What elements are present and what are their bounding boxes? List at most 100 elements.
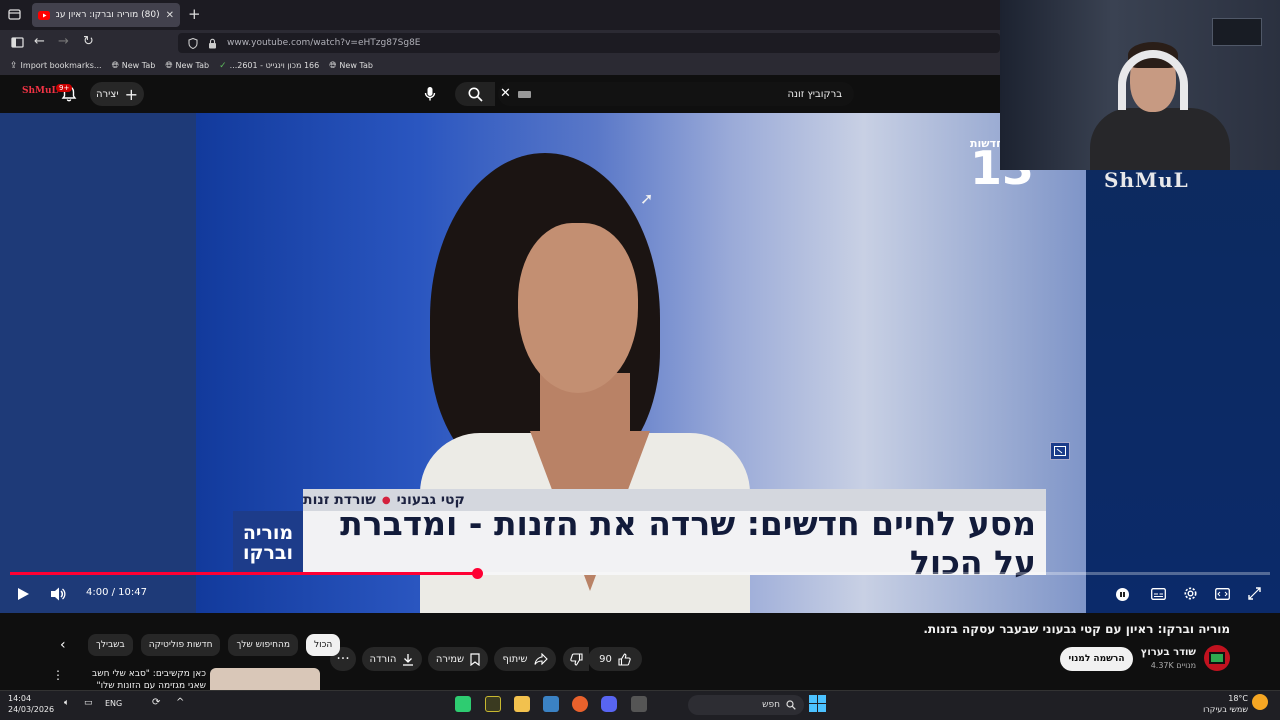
bookmarks-bar: ⇪ Import bookmarks... 🌐︎ New Tab 🌐︎ New Tab… [0,56,1000,75]
tab-list-icon[interactable] [8,8,21,21]
streamer-name: ShMuL [1104,168,1189,192]
fullscreen-icon[interactable] [1248,587,1261,600]
thumbs-up-icon [618,652,631,666]
globe-icon: 🌐︎ [165,60,173,71]
share-icon [533,653,548,665]
youtube-favicon-icon [38,10,50,20]
tab-title: (80) מוריה וברקו: ראיון עם קטי [56,10,160,20]
recommendation-chips: בשבילך חדשות פוליטיקה מהחיפוש שלך הכול [88,634,341,656]
url-text: www.youtube.com/watch?v=eHTzg87Sg8E [227,38,421,48]
active-tab[interactable]: (80) מוריה וברקו: ראיון עם קטי ✕ [32,3,180,27]
webcam-monitor [1212,18,1262,46]
browser-tab-bar: (80) מוריה וברקו: ראיון עם קטי ✕ + [0,0,1000,30]
taskbar-clock[interactable]: 14:04 24/03/2026 [8,693,54,715]
back-icon[interactable]: ← [34,34,45,49]
windows-start-icon[interactable] [809,695,826,712]
time-display: 4:00 / 10:47 [86,587,148,598]
clear-search-icon[interactable]: ✕ [500,86,511,101]
autoplay-toggle-icon[interactable] [1116,588,1129,601]
video-title: מוריה וברקו: ראיון עם קטי גבעוני שבעבר ע… [923,622,1230,636]
video-player[interactable]: חדשות 13 קטי גבעוני ● שורדת זנות מסע לחי… [0,113,1280,613]
theater-mode-icon[interactable] [1215,588,1230,600]
progress-scrubber[interactable] [472,568,483,579]
streamer-body [1090,108,1230,170]
chip-for-you[interactable]: בשבילך [88,634,133,656]
bookmark-item[interactable]: 🌐︎ New Tab [329,61,373,71]
video-subject-face [518,223,638,393]
pip-overlay-icon[interactable] [1050,442,1070,460]
wingate-icon: ✓ [219,60,227,71]
taskbar-app-icon[interactable] [631,696,647,712]
chips-scroll-left-icon[interactable]: ‹ [60,637,66,653]
subscribe-button[interactable]: הרשמה למנוי [1060,647,1133,671]
lower-third-headline: מסע לחיים חדשים: שרדה את הזנות - ומדברת … [303,504,1046,582]
like-button[interactable]: 90 [588,647,642,671]
language-indicator[interactable]: ENG [105,699,122,708]
create-button[interactable]: יצירה + [90,82,144,106]
chip-all[interactable]: הכול [306,634,341,656]
taskbar-app-icon[interactable] [485,696,501,712]
webcam-overlay [1000,0,1280,170]
save-button[interactable]: שמירה [428,647,488,671]
search-query-text: ברקוביץ זונה [787,88,842,100]
sidebar-toggle-icon[interactable] [11,36,24,49]
reload-icon[interactable]: ↻ [83,34,94,49]
dislike-button[interactable] [563,647,589,671]
chip-from-search[interactable]: מהחיפוש שלך [228,634,298,656]
globe-icon: 🌐︎ [329,60,337,71]
bookmark-item[interactable]: 🌐︎ New Tab [112,61,156,71]
plus-icon: + [124,84,138,104]
discord-icon[interactable] [601,696,617,712]
voice-search-icon[interactable] [418,82,442,106]
taskbar-app-icon[interactable] [543,696,559,712]
forward-icon[interactable]: → [58,34,69,49]
firefox-icon[interactable] [572,696,588,712]
channel-avatar[interactable] [1204,645,1230,671]
shield-icon [188,37,198,49]
channel-name[interactable]: שודר בערוץ [1140,647,1196,658]
share-button[interactable]: שיתוף [494,647,556,671]
search-button[interactable] [455,82,495,106]
bookmark-icon [470,652,480,666]
import-icon: ⇪ [10,60,18,71]
channel-avatar-icon [1209,652,1225,664]
download-button[interactable]: הורדה [362,647,422,671]
address-bar[interactable]: www.youtube.com/watch?v=eHTzg87Sg8E [178,33,1000,53]
recommended-video-title[interactable]: כאן מקשיבים: "סבא שלי חשב שאני מגזימה עם… [76,668,206,690]
tab-close-icon[interactable]: ✕ [166,10,174,21]
progress-played [10,572,477,575]
globe-icon: 🌐︎ [111,60,119,71]
search-icon [786,700,796,710]
keyboard-icon[interactable] [518,91,531,98]
subtitles-icon[interactable] [1151,588,1166,600]
tray-app-icon[interactable]: ⟳ [152,697,160,708]
subscriber-count: 4.37K מנויים [1150,661,1196,670]
cursor-icon: ➚ [640,189,654,208]
rec-more-icon[interactable]: ⋮ [52,668,64,682]
recommended-video-thumbnail[interactable] [210,668,320,690]
network-icon[interactable]: ▭ [84,698,93,708]
taskbar-app-icon[interactable] [455,696,471,712]
lock-icon [208,38,217,49]
play-icon[interactable] [16,587,30,601]
speaker-icon[interactable]: 🔈︎ [64,698,69,708]
new-tab-icon[interactable]: + [188,5,201,23]
thumbs-down-icon [569,652,583,666]
chip-politics-news[interactable]: חדשות פוליטיקה [140,634,221,656]
bookmark-item[interactable]: ⇪ Import bookmarks... [10,61,102,71]
show-logo: מוריה וברקו [233,511,303,575]
weather-widget[interactable]: 18°C שמשי בעיקרו [1196,693,1248,715]
file-explorer-icon[interactable] [514,696,530,712]
channel-logo[interactable]: ShMuL [22,86,58,96]
download-icon [402,653,414,666]
search-icon [468,87,483,102]
notifications-badge: 9+ [56,84,73,92]
volume-icon[interactable] [50,586,66,602]
search-input[interactable]: ברקוביץ זונה [498,82,854,106]
bookmark-item[interactable]: 🌐︎ New Tab [165,61,209,71]
settings-gear-icon[interactable] [1183,586,1198,601]
weather-sun-icon [1252,694,1268,710]
bookmark-item[interactable]: ✓ 166 מכון וינגייט - 2601... [219,61,319,71]
taskbar-search[interactable]: חפש [688,695,804,715]
tray-chevron-icon[interactable]: ^ [176,697,184,708]
